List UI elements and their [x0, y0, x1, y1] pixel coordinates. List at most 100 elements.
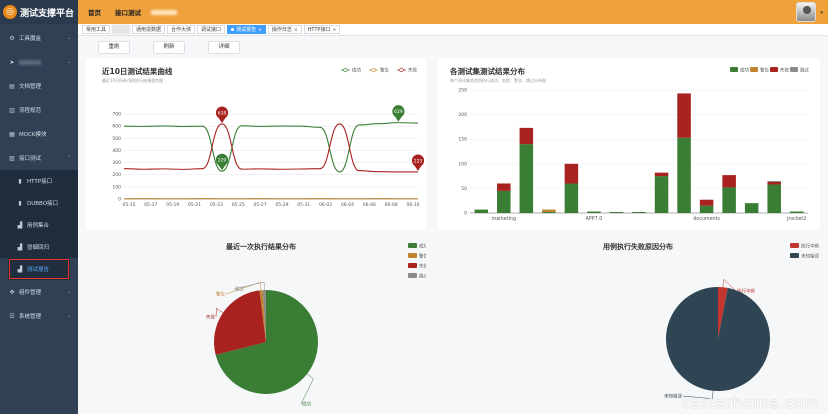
bar-成功[interactable] [564, 183, 579, 213]
bar-成功[interactable] [744, 203, 759, 213]
bar-失败[interactable] [654, 172, 669, 177]
x-tick-label: documents [693, 216, 720, 222]
sidebar-item-0[interactable]: ⚙ 工具魔盒 ⌄ [0, 26, 78, 50]
tag-5[interactable]: 测试报告 × [227, 25, 266, 34]
bar-失败[interactable] [564, 163, 579, 184]
line-chart-panel: 近10日测试结果曲线 最近10日所有用例执行结果趋势图 0 100 200 300 40… [86, 58, 426, 230]
watermark: testerhome.com [682, 394, 820, 412]
x-tick-label: 06-04 [341, 202, 354, 208]
legend-label[interactable]: 失败 [780, 67, 789, 74]
bar-失败[interactable] [699, 199, 714, 206]
api-icon: ▧ [9, 154, 15, 162]
sidebar-item-label-blurred [19, 59, 41, 65]
caret-down-icon[interactable]: ▾ [820, 10, 823, 16]
legend-label[interactable]: 成功 [419, 243, 426, 250]
bar-成功[interactable] [474, 209, 489, 213]
detail-button[interactable]: 详细 [208, 41, 240, 54]
bar-失败[interactable] [677, 93, 691, 138]
sidebar-item-label: MOCK模块 [19, 132, 47, 138]
chevron-icon: ⌄ [66, 313, 71, 319]
bar-成功[interactable] [767, 184, 781, 213]
component-icon: ✥ [9, 288, 15, 296]
sidebar-bottom-item-0[interactable]: ✥ 组件管理 ⌄ [0, 280, 78, 304]
nav-blurred[interactable] [151, 9, 177, 15]
sidebar-item-5[interactable]: ▧ 接口测试 ⌃ [0, 146, 78, 170]
legend-label[interactable]: 执行中断 [801, 243, 819, 250]
app-root: ◎ 测试支撑平台 ⚙ 工具魔盒 ⌄ ➤ ⌄ ▤ 文档管理 ▥ 流程规范 ▦ MOCK模块 ▧ 接口测试 ⌃… [0, 0, 828, 414]
mock-icon: ▦ [9, 130, 15, 138]
pie-label: 未知错误 [664, 393, 682, 400]
tag-3[interactable]: 合作大侠 [167, 25, 196, 34]
bar-成功[interactable] [699, 205, 714, 213]
nav-api-test[interactable]: 接口测试 [111, 7, 145, 17]
nav-home[interactable]: 首页 [84, 7, 105, 17]
sidebar-item-1[interactable]: ➤ ⌄ [0, 50, 78, 74]
reload-button[interactable]: 刷新 [153, 41, 185, 54]
bar-成功[interactable] [609, 212, 624, 213]
legend-label[interactable]: 跳过 [800, 67, 809, 74]
y-tick-label: 250 [458, 88, 467, 94]
sidebar-subitem-4[interactable]: ▟ 测试报告 [8, 258, 70, 280]
legend-label[interactable]: 警告 [419, 253, 426, 260]
legend-swatch [730, 67, 738, 72]
tag-label: 测试报告 [236, 27, 257, 33]
settings-icon: ☰ [9, 312, 15, 320]
legend-label[interactable]: 跳过 [419, 273, 426, 280]
bar-失败[interactable] [722, 175, 736, 188]
app-title: 测试支撑平台 [20, 8, 75, 19]
tag-1[interactable]: xx [112, 25, 131, 34]
logo[interactable]: ◎ 测试支撑平台 [0, 0, 78, 24]
close-icon[interactable]: × [258, 28, 262, 33]
bar-失败[interactable] [497, 183, 511, 191]
legend-label[interactable]: 失败 [408, 67, 417, 74]
legend-label[interactable]: 失败 [419, 263, 426, 270]
legend-dot [343, 67, 348, 73]
x-tick-label: 06-08 [385, 202, 398, 208]
legend-label[interactable]: 未知错误 [801, 253, 819, 260]
pie-label: 跳过 [235, 286, 244, 293]
sidebar-subitem-2[interactable]: ▟ 用例集合 [0, 214, 78, 236]
sidebar-subitem-0[interactable]: ▮ HTTP接口 [0, 170, 78, 192]
sidebar-subitem-3[interactable]: ▟ 冒烟回归 [0, 236, 78, 258]
sidebar-subitem-1[interactable]: ▮ DUBBO接口 [0, 192, 78, 214]
sidebar-item-2[interactable]: ▤ 文档管理 [0, 74, 78, 98]
x-tick-label: 06-06 [363, 202, 376, 208]
bar-成功[interactable] [497, 190, 511, 213]
legend-dot [371, 67, 376, 73]
bar-失败[interactable] [767, 182, 781, 185]
bar-成功[interactable] [519, 144, 534, 213]
tags-view: 常用工具xx通用造数据合作大侠调试接口测试报告×操作日志×HTTP接口× [78, 24, 828, 36]
close-icon[interactable]: × [332, 28, 336, 33]
sidebar-item-label: 流程规范 [19, 108, 42, 114]
tag-4[interactable]: 调试接口 [197, 25, 226, 34]
bar-成功[interactable] [587, 211, 601, 213]
bar-成功[interactable] [654, 176, 669, 213]
pie-slice-未知错误[interactable] [666, 287, 770, 391]
bar-成功[interactable] [722, 187, 736, 213]
bar-跳过[interactable] [767, 181, 781, 183]
tag-6[interactable]: 操作日志 × [267, 25, 302, 34]
avatar[interactable] [796, 2, 816, 22]
refresh-button[interactable]: 重刷 [98, 41, 130, 54]
bar-成功[interactable] [542, 212, 556, 213]
legend-label[interactable]: 警告 [380, 67, 389, 74]
bar-成功[interactable] [632, 212, 646, 213]
bar-失败[interactable] [519, 127, 534, 145]
close-icon[interactable]: × [294, 28, 298, 33]
bar-成功[interactable] [677, 137, 691, 213]
legend-label[interactable]: 警告 [760, 67, 769, 74]
sidebar-item-4[interactable]: ▦ MOCK模块 [0, 122, 78, 146]
tag-2[interactable]: 通用造数据 [132, 25, 166, 34]
legend-label[interactable]: 成功 [740, 67, 749, 74]
x-tick-label: 06-10 [406, 202, 419, 208]
bar-警告[interactable] [542, 209, 556, 213]
sidebar-bottom-item-1[interactable]: ☰ 系统管理 ⌄ [0, 304, 78, 328]
x-tick-label: 05-17 [144, 202, 157, 208]
tag-0[interactable]: 常用工具 [82, 25, 111, 34]
bar-成功[interactable] [789, 211, 804, 213]
legend-swatch [790, 67, 798, 72]
legend-label[interactable]: 成功 [352, 67, 361, 74]
tag-7[interactable]: HTTP接口 × [303, 25, 341, 34]
sidebar-item-3[interactable]: ▥ 流程规范 [0, 98, 78, 122]
tag-label: xx [116, 27, 122, 33]
